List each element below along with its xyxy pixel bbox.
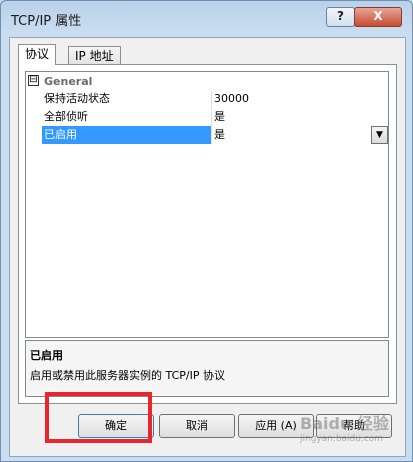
property-row-listen-all[interactable]: 全部侦听 是 (26, 108, 388, 126)
property-name: 全部侦听 (44, 110, 88, 123)
dialog-title: TCP/IP 属性 (11, 14, 82, 29)
description-title: 已启用 (30, 349, 63, 362)
tab-protocol[interactable]: 协议 (18, 44, 57, 65)
title-help-button[interactable]: ? (326, 7, 355, 27)
column-divider (211, 108, 212, 126)
cancel-button[interactable]: 取消 (159, 414, 235, 438)
watermark-logo: Baidu 经验 jingyan.baidu.com (300, 410, 410, 450)
watermark-text: Baidu 经验 (300, 414, 389, 433)
tab-panel: ⊟ General 保持活动状态 30000 全部侦听 是 已启用 是 ▼ 已启… (18, 64, 397, 404)
property-name: 已启用 (42, 126, 212, 144)
close-button[interactable]: X (354, 7, 402, 27)
property-value[interactable]: 是 (214, 108, 225, 126)
property-row-enabled[interactable]: 已启用 是 ▼ (26, 126, 388, 144)
tab-ip-address[interactable]: IP 地址 (68, 46, 121, 65)
watermark-sub: jingyan.baidu.com (300, 434, 384, 444)
property-grid: ⊟ General 保持活动状态 30000 全部侦听 是 已启用 是 ▼ (25, 71, 389, 338)
highlight-box (45, 392, 152, 443)
category-label: General (44, 75, 93, 88)
property-row-keepalive[interactable]: 保持活动状态 30000 (26, 90, 388, 108)
category-row-general[interactable]: ⊟ General (26, 72, 388, 90)
property-name: 保持活动状态 (44, 92, 110, 105)
collapse-icon[interactable]: ⊟ (28, 75, 39, 86)
property-value-select[interactable]: 是 (214, 126, 225, 144)
column-divider (211, 90, 212, 108)
description-panel: 已启用 启用或禁用此服务器实例的 TCP/IP 协议 (25, 340, 389, 397)
description-text: 启用或禁用此服务器实例的 TCP/IP 协议 (30, 369, 225, 382)
column-divider (211, 126, 212, 144)
chevron-down-icon[interactable]: ▼ (371, 126, 388, 144)
property-value[interactable]: 30000 (214, 90, 249, 108)
title-bar[interactable]: TCP/IP 属性 ? X (1, 1, 412, 37)
